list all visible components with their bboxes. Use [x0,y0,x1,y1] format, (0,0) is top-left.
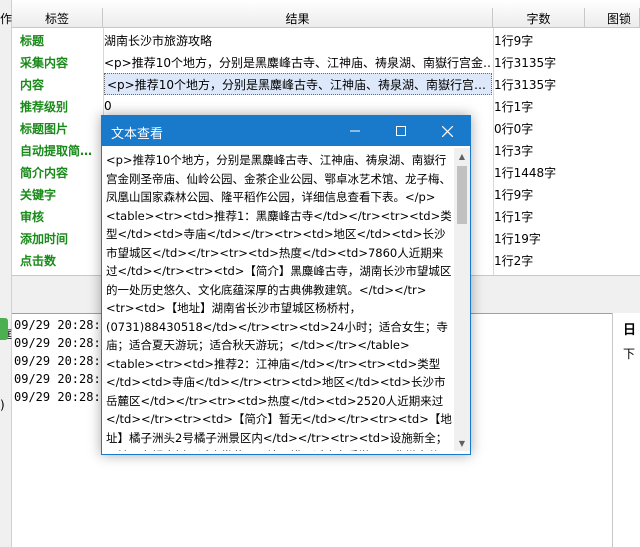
row-label: 关键字 [20,187,57,202]
log-line: 09/29 20:28:42 [14,390,116,404]
row-count: 1行3字 [494,143,534,158]
row-count: 1行9字 [494,33,534,48]
row-label: 采集内容 [20,55,69,70]
left-panel-edge: 作 框 ) [0,0,12,547]
right-panel-subtitle: 下 [623,347,636,361]
minimize-icon [350,130,360,132]
log-line: 09/29 20:28:42 [14,318,116,332]
row-label: 内容 [20,77,45,92]
log-line: 09/29 20:28:42 [14,372,116,386]
left-strip-glyph: ) [0,398,5,412]
log-line: 09/29 20:28:42 [14,354,116,368]
maximize-icon [396,126,406,136]
dialog-titlebar[interactable]: 文本查看 [102,116,470,146]
row-count: 1行19字 [494,231,541,246]
row-count: 1行9字 [494,187,534,202]
row-count: 1行2字 [494,253,534,268]
row-label: 标题图片 [20,121,69,136]
scroll-thumb[interactable] [457,166,467,224]
column-header-count[interactable]: 字数 [493,8,585,28]
table-row[interactable]: 采集内容 <p>推荐10个地方，分别是黑麋峰古寺、江神庙、祷泉湖、南嶽行宫金… … [12,51,640,73]
row-label: 点击数 [20,253,57,268]
grid-header: 标签 结果 字数 图锁 [12,0,640,28]
row-label: 标题 [20,33,45,48]
column-header-lock[interactable]: 图锁 [585,8,640,28]
row-count: 1行1字 [494,99,534,114]
row-label: 简介内容 [20,165,69,180]
status-marker [0,318,8,340]
row-label: 添加时间 [20,231,69,246]
row-count: 1行3135字 [494,55,557,70]
left-strip-glyph: 作 [0,12,13,26]
scroll-up-icon[interactable]: ▲ [454,148,470,164]
table-row[interactable]: 标题 湖南长沙市旅游攻略 1行9字 [12,29,640,51]
column-header-result[interactable]: 结果 [103,8,493,28]
row-label: 推荐级别 [20,99,69,114]
maximize-button[interactable] [378,116,424,146]
table-row-selected[interactable]: 内容 <p>推荐10个地方，分别是黑麋峰古寺、江神庙、祷泉湖、南嶽行宫… 1行3… [12,73,640,95]
row-result: 0 [104,99,112,113]
close-button[interactable] [424,116,470,146]
row-count: 1行1字 [494,209,534,224]
row-result: <p>推荐10个地方，分别是黑麋峰古寺、江神庙、祷泉湖、南嶽行宫金… [104,55,492,70]
row-count: 0行0字 [494,121,534,136]
row-label: 自动提取简… [20,143,93,158]
dialog-body: <p>推荐10个地方，分别是黑麋峰古寺、江神庙、祷泉湖、南嶽行宫金刚圣帝庙、仙岭… [102,146,470,454]
row-count: 1行3135字 [494,77,557,92]
close-icon [441,125,453,137]
column-header-label[interactable]: 标签 [12,8,103,28]
row-result: <p>推荐10个地方，分别是黑麋峰古寺、江神庙、祷泉湖、南嶽行宫… [104,73,492,95]
scroll-down-icon[interactable]: ▼ [454,435,470,451]
row-count: 1行1448字 [494,165,557,180]
dialog-title: 文本查看 [111,127,164,142]
right-panel-title: 日 [623,323,637,338]
row-result: 湖南长沙市旅游攻略 [104,33,213,48]
log-line: 09/29 20:28:42 [14,336,116,350]
right-panel: 日 下 [612,313,640,547]
vertical-scrollbar[interactable]: ▲ ▼ [454,148,470,451]
row-label: 审核 [20,209,45,224]
table-row[interactable]: 推荐级别 0 1行1字 [12,95,640,117]
minimize-button[interactable] [332,116,378,146]
text-content-area[interactable]: <p>推荐10个地方，分别是黑麋峰古寺、江神庙、祷泉湖、南嶽行宫金刚圣帝庙、仙岭… [104,148,454,451]
text-view-dialog[interactable]: 文本查看 <p>推荐10个地方，分别是黑麋峰古寺、江神庙、祷泉湖、南嶽行宫金刚圣… [101,115,471,455]
